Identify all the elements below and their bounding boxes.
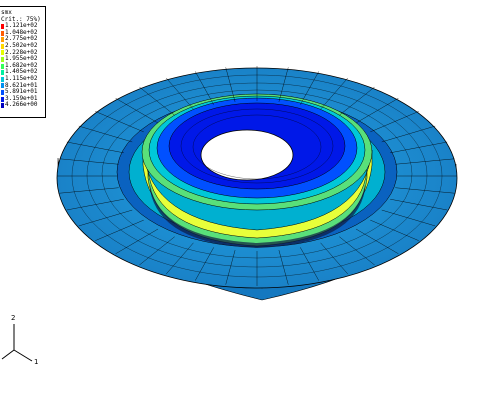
legend-swatch [1, 76, 4, 82]
legend-swatch [1, 83, 4, 89]
legend-entry: 4.266e+00 [1, 102, 43, 109]
legend-value: 4.266e+00 [5, 101, 38, 109]
legend-swatch [1, 63, 4, 69]
legend-swatch [1, 103, 4, 109]
model-viewport[interactable]: smx Crit.: 75%) 1.121e+02 1.048e+02 2.775e… [0, 0, 495, 400]
axis-1-label: 1 [34, 358, 39, 366]
legend-swatch [1, 70, 4, 76]
legend-swatch [1, 43, 4, 49]
center-hole [200, 129, 294, 181]
legend-entries: 1.121e+02 1.048e+02 2.775e+02 2.502e+02 2.22… [1, 23, 43, 109]
axis-2-label: 2 [11, 314, 16, 322]
disc-mesh-model [56, 66, 458, 301]
contour-legend: smx Crit.: 75%) 1.121e+02 1.048e+02 2.775e… [0, 6, 46, 118]
legend-swatch [1, 56, 4, 62]
legend-swatch [1, 89, 4, 95]
triad-icon [1, 324, 33, 362]
axis-triad: 2 1 [0, 312, 50, 368]
legend-swatch [1, 23, 4, 29]
legend-swatch [1, 50, 4, 56]
legend-swatch [1, 30, 4, 36]
legend-swatch [1, 96, 4, 102]
legend-swatch [1, 37, 4, 43]
